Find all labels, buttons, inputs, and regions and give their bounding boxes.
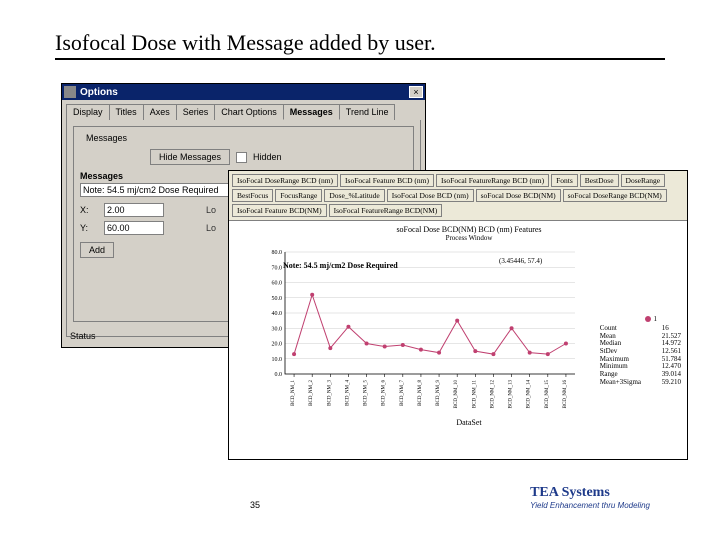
svg-text:BCD_NM_10: BCD_NM_10 <box>454 380 459 409</box>
svg-text:0.0: 0.0 <box>275 372 283 378</box>
tab-titles[interactable]: Titles <box>109 104 144 120</box>
chart-button-row: IsoFocal DoseRange BCD (nm) IsoFocal Fea… <box>229 171 687 221</box>
chart-window: IsoFocal DoseRange BCD (nm) IsoFocal Fea… <box>228 170 688 460</box>
svg-text:BCD_NM_14: BCD_NM_14 <box>527 380 532 409</box>
svg-text:BCD_NM_9: BCD_NM_9 <box>436 380 441 406</box>
tabstrip: Display Titles Axes Series Chart Options… <box>62 100 425 120</box>
svg-text:BCD_NM_12: BCD_NM_12 <box>490 380 495 409</box>
chart-btn[interactable]: soFocal Dose BCD(NM) <box>476 189 561 202</box>
footer-brand: TEA Systems Yield Enhancement thru Model… <box>530 485 650 510</box>
chart-btn[interactable]: BestFocus <box>232 189 273 202</box>
chart-btn[interactable]: IsoFocal FeatureRange BCD(NM) <box>329 204 443 217</box>
chart-btn[interactable]: IsoFocal Dose BCD (nm) <box>387 189 474 202</box>
chart-btn[interactable]: soFocal DoseRange BCD(NM) <box>563 189 667 202</box>
window-title: Options <box>80 87 409 98</box>
status-label: Status <box>70 331 96 341</box>
close-icon[interactable]: × <box>409 86 423 98</box>
svg-text:BCD_NM_11: BCD_NM_11 <box>472 380 477 409</box>
chart-btn[interactable]: FocusRange <box>275 189 322 202</box>
slide-title: Isofocal Dose with Message added by user… <box>0 0 720 58</box>
y-input[interactable] <box>104 221 164 235</box>
svg-text:80.0: 80.0 <box>272 250 283 256</box>
hidden-label: Hidden <box>253 152 282 162</box>
svg-text:BCD_NM_8: BCD_NM_8 <box>418 380 423 406</box>
plot-title: soFocal Dose BCD(NM) BCD (nm) Features <box>255 225 683 234</box>
tab-axes[interactable]: Axes <box>143 104 177 120</box>
chart-stats: Count16Mean21.527Median14.972StDev12.561… <box>600 325 681 387</box>
slide-number: 35 <box>250 500 260 510</box>
brand-tagline: Yield Enhancement thru Modeling <box>530 501 650 510</box>
chart-btn[interactable]: IsoFocal DoseRange BCD (nm) <box>232 174 338 187</box>
plot-area: soFocal Dose BCD(NM) BCD (nm) Features P… <box>229 221 687 447</box>
chart-canvas[interactable]: 0.0 10.0 20.0 30.0 40.0 50.0 60.0 70.0 80.0 BCD_… <box>255 246 585 416</box>
legend-item: 1 <box>645 315 658 323</box>
tab-trend-line[interactable]: Trend Line <box>339 104 396 120</box>
chart-annotation: Note: 54.5 mj/cm2 Dose Required <box>283 261 398 270</box>
chart-btn[interactable]: Fonts <box>551 174 578 187</box>
titlebar[interactable]: Options × <box>62 84 425 100</box>
svg-text:BCD_NM_16: BCD_NM_16 <box>563 380 568 409</box>
tab-chart-options[interactable]: Chart Options <box>214 104 284 120</box>
tab-series[interactable]: Series <box>176 104 216 120</box>
chart-btn[interactable]: BestDose <box>580 174 619 187</box>
svg-text:BCD_NM_5: BCD_NM_5 <box>364 380 369 406</box>
chart-btn[interactable]: DoseRange <box>621 174 666 187</box>
fieldset-label: Messages <box>84 133 129 143</box>
add-button[interactable]: Add <box>80 242 114 258</box>
svg-text:10.0: 10.0 <box>272 357 283 363</box>
svg-text:BCD_NM_2: BCD_NM_2 <box>309 380 314 406</box>
hidden-checkbox[interactable] <box>236 152 247 163</box>
x-axis-label: DataSet <box>255 418 683 427</box>
app-icon <box>64 86 76 98</box>
tab-display[interactable]: Display <box>66 104 110 120</box>
svg-text:BCD_NM_1: BCD_NM_1 <box>291 380 296 406</box>
x-input[interactable] <box>104 203 164 217</box>
chart-btn[interactable]: IsoFocal FeatureRange BCD (nm) <box>436 174 549 187</box>
svg-text:BCD_NM_7: BCD_NM_7 <box>400 380 405 406</box>
svg-text:BCD_NM_15: BCD_NM_15 <box>545 380 550 409</box>
chart-btn[interactable]: Dose_%Latitude <box>324 189 384 202</box>
y-label: Y: <box>80 223 98 233</box>
svg-text:70.0: 70.0 <box>272 265 283 271</box>
svg-text:20.0: 20.0 <box>272 342 283 348</box>
svg-text:40.0: 40.0 <box>272 311 283 317</box>
svg-text:BCD_NM_13: BCD_NM_13 <box>509 380 514 409</box>
plot-subtitle: Process Window <box>255 234 683 242</box>
chart-coord-label: (3.45446, 57.4) <box>499 257 542 265</box>
hide-messages-button[interactable]: Hide Messages <box>150 149 230 165</box>
svg-text:50.0: 50.0 <box>272 296 283 302</box>
svg-text:BCD_NM_6: BCD_NM_6 <box>382 380 387 406</box>
svg-text:BCD_NM_3: BCD_NM_3 <box>327 380 332 406</box>
chart-btn[interactable]: IsoFocal Feature BCD (nm) <box>340 174 434 187</box>
svg-text:BCD_NM_4: BCD_NM_4 <box>345 380 350 406</box>
x-label: X: <box>80 205 98 215</box>
svg-text:30.0: 30.0 <box>272 326 283 332</box>
svg-text:60.0: 60.0 <box>272 281 283 287</box>
brand-text: TEA Systems <box>530 485 650 501</box>
chart-btn[interactable]: IsoFocal Feature BCD(NM) <box>232 204 327 217</box>
title-underline <box>55 58 665 60</box>
tab-messages[interactable]: Messages <box>283 104 340 120</box>
